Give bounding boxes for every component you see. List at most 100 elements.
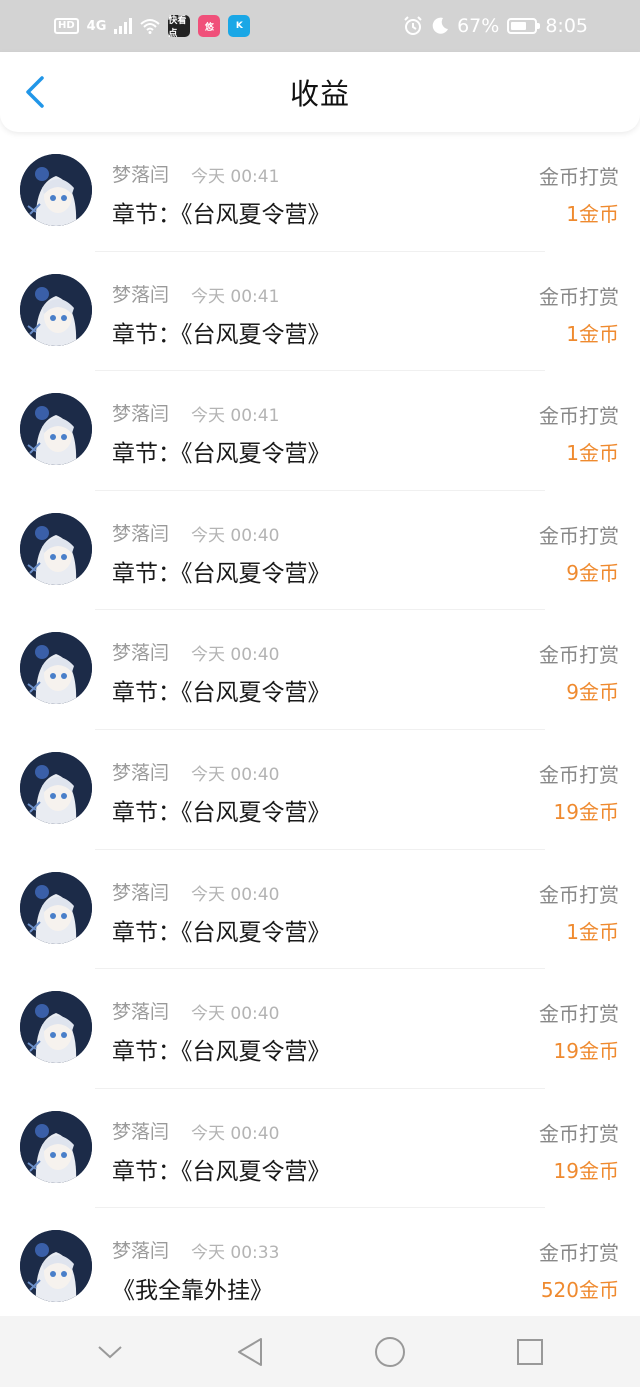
reward-type: 金币打赏 (539, 1002, 619, 1027)
list-item[interactable]: 梦落闫 今天 00:41 章节：《台风夏令营》 金币打赏 1金币 (0, 371, 640, 491)
timestamp: 今天 00:40 (191, 764, 280, 785)
home-nav-button[interactable] (368, 1330, 412, 1374)
list-item[interactable]: 梦落闫 今天 00:40 章节：《台风夏令营》 金币打赏 9金币 (0, 610, 640, 730)
reward-amount: 1金币 (566, 919, 619, 944)
user-name: 梦落闫 (112, 1120, 170, 1143)
timestamp: 今天 00:40 (191, 1123, 280, 1144)
chapter-title: 章节：《台风夏令营》 (112, 799, 331, 826)
user-name: 梦落闫 (112, 164, 170, 186)
reward-type: 金币打赏 (539, 1241, 619, 1266)
reward-amount: 1金币 (566, 202, 619, 226)
earnings-list: 梦落闫 今天 00:41 章节：《台风夏令营》 金币打赏 1金币 梦落闫 今天 … (0, 132, 640, 1328)
chapter-title: 章节：《台风夏令营》 (112, 321, 331, 348)
timestamp: 今天 00:41 (191, 406, 280, 427)
alarm-icon (404, 16, 422, 35)
avatar[interactable] (20, 273, 92, 346)
chapter-title: 章节：《台风夏令营》 (112, 680, 331, 707)
avatar[interactable] (20, 871, 92, 944)
user-name: 梦落闫 (112, 403, 170, 426)
network-type: 4G (86, 18, 107, 34)
reward-amount: 19金币 (553, 1158, 619, 1183)
user-name: 梦落闫 (112, 522, 170, 545)
timestamp: 今天 00:41 (191, 167, 280, 187)
avatar[interactable] (20, 1110, 92, 1183)
clock: 8:05 (545, 15, 588, 37)
header-bar: 收益 (0, 52, 640, 132)
list-item[interactable]: 梦落闫 今天 00:40 章节：《台风夏令营》 金币打赏 1金币 (0, 850, 640, 970)
reward-type: 金币打赏 (539, 523, 619, 548)
timestamp: 今天 00:40 (191, 525, 280, 546)
back-triangle-icon (238, 1337, 262, 1366)
list-item[interactable]: 梦落闫 今天 00:41 章节：《台风夏令营》 金币打赏 1金币 (0, 252, 640, 372)
recents-nav-button[interactable] (508, 1330, 552, 1374)
system-nav-bar (0, 1316, 640, 1387)
timestamp: 今天 00:33 (191, 1243, 280, 1264)
chapter-title: 《我全靠外挂》 (112, 1278, 273, 1305)
user-name: 梦落闫 (112, 1240, 170, 1263)
reward-amount: 9金币 (566, 680, 619, 705)
user-name: 梦落闫 (112, 881, 170, 904)
reward-type: 金币打赏 (539, 882, 619, 907)
signal-icon (114, 18, 133, 34)
reward-type: 金币打赏 (539, 284, 619, 309)
app-notification-icon: 悠 (198, 15, 221, 37)
reward-amount: 9金币 (566, 560, 619, 585)
timestamp: 今天 00:40 (191, 645, 280, 666)
avatar[interactable] (20, 632, 92, 705)
status-bar: HD 4G 快看点 悠 K 67% 8:05 (0, 0, 640, 52)
list-item[interactable]: 梦落闫 今天 00:41 章节：《台风夏令营》 金币打赏 1金币 (0, 132, 640, 252)
reward-type: 金币打赏 (539, 1121, 619, 1146)
timestamp: 今天 00:40 (191, 884, 280, 905)
chapter-title: 章节：《台风夏令营》 (112, 1039, 331, 1066)
reward-amount: 1金币 (566, 321, 619, 346)
avatar[interactable] (20, 154, 92, 226)
timestamp: 今天 00:40 (191, 1004, 280, 1025)
battery-level (511, 22, 527, 30)
chevron-down-icon (98, 1345, 122, 1358)
reward-type: 金币打赏 (539, 165, 619, 189)
reward-type: 金币打赏 (539, 404, 619, 429)
battery-icon (507, 18, 541, 34)
chevron-left-icon (26, 76, 44, 108)
chapter-title: 章节：《台风夏令营》 (112, 202, 331, 228)
avatar[interactable] (20, 751, 92, 824)
reward-type: 金币打赏 (539, 643, 619, 668)
reward-amount: 1金币 (566, 441, 619, 466)
list-item[interactable]: 梦落闫 今天 00:40 章节：《台风夏令营》 金币打赏 9金币 (0, 491, 640, 611)
moon-icon (432, 17, 449, 34)
chapter-title: 章节：《台风夏令营》 (112, 560, 331, 587)
user-name: 梦落闫 (112, 283, 170, 306)
wifi-icon (140, 19, 161, 34)
chapter-title: 章节：《台风夏令营》 (112, 1158, 331, 1185)
status-bar-right: 67% 8:05 (403, 15, 588, 37)
chapter-title: 章节：《台风夏令营》 (112, 441, 331, 468)
user-name: 梦落闫 (112, 761, 170, 784)
user-name: 梦落闫 (112, 1001, 170, 1024)
battery-percent: 67% (457, 15, 500, 37)
hide-nav-button[interactable] (88, 1330, 132, 1374)
recents-square-icon (517, 1338, 543, 1365)
page-title: 收益 (289, 77, 350, 111)
avatar[interactable] (20, 1230, 92, 1303)
back-button[interactable] (18, 74, 54, 110)
reward-amount: 520金币 (540, 1278, 619, 1303)
reward-type: 金币打赏 (539, 762, 619, 787)
reward-amount: 19金币 (553, 799, 619, 824)
hd-icon: HD (54, 18, 79, 34)
avatar[interactable] (20, 393, 92, 466)
list-item[interactable]: 梦落闫 今天 00:40 章节：《台风夏令营》 金币打赏 19金币 (0, 1089, 640, 1209)
avatar[interactable] (20, 991, 92, 1064)
user-name: 梦落闫 (112, 642, 170, 665)
list-item[interactable]: 梦落闫 今天 00:33 《我全靠外挂》 金币打赏 520金币 (0, 1208, 640, 1328)
reward-amount: 19金币 (553, 1039, 619, 1064)
back-nav-button[interactable] (228, 1330, 272, 1374)
home-circle-icon (375, 1336, 405, 1367)
list-item[interactable]: 梦落闫 今天 00:40 章节：《台风夏令营》 金币打赏 19金币 (0, 730, 640, 850)
app-notification-icon: 快看点 (168, 15, 191, 39)
list-item[interactable]: 梦落闫 今天 00:40 章节：《台风夏令营》 金币打赏 19金币 (0, 969, 640, 1089)
avatar[interactable] (20, 512, 92, 585)
app-notification-icon: K (228, 15, 251, 37)
status-bar-left: HD 4G 快看点 悠 K (54, 15, 251, 39)
chapter-title: 章节：《台风夏令营》 (112, 919, 331, 946)
timestamp: 今天 00:41 (191, 286, 280, 307)
